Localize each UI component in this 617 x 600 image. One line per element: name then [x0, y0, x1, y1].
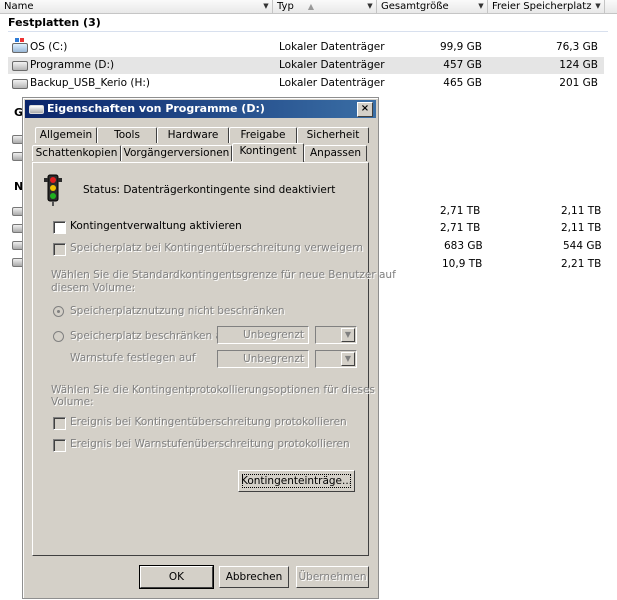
quota-entries-button[interactable]: Kontingenteinträge...: [238, 470, 355, 492]
no-limit-label[interactable]: Speicherplatznutzung nicht beschränken: [70, 305, 285, 317]
chevron-down-icon[interactable]: ▼: [341, 352, 355, 366]
limit-unit-select[interactable]: ▼: [315, 326, 357, 344]
chevron-down-icon[interactable]: ▼: [261, 0, 271, 13]
traffic-light-icon: [44, 174, 62, 206]
drive-total: 99,9 GB: [439, 41, 482, 53]
drive-name: Backup_USB_Kerio (H:): [30, 77, 150, 89]
enable-quota-checkbox[interactable]: [53, 221, 66, 234]
tab-sicherheit[interactable]: Sicherheit: [297, 127, 369, 143]
limit-field[interactable]: Unbegrenzt: [217, 326, 309, 344]
drive-row[interactable]: Backup_USB_Kerio (H:) Lokaler Datenträge…: [8, 75, 604, 92]
properties-dialog: Eigenschaften von Programme (D:) × Allge…: [22, 97, 396, 599]
log-exceed-checkbox[interactable]: [53, 417, 66, 430]
net-free: 2,11 TB: [561, 222, 602, 234]
drive-row[interactable]: Programme (D:) Lokaler Datenträger 457 G…: [8, 57, 604, 74]
apply-button[interactable]: Übernehmen: [296, 566, 369, 588]
tab-kontingent[interactable]: Kontingent: [232, 143, 304, 162]
drive-total: 465 GB: [443, 77, 482, 89]
tab-vorgaengerversionen[interactable]: Vorgängerversionen: [121, 145, 232, 161]
drive-icon: [12, 79, 28, 89]
column-free-label: Freier Speicherplatz: [492, 1, 592, 12]
log-warn-label[interactable]: Ereignis bei Warnstufenüberschreitung pr…: [70, 438, 350, 450]
deny-space-label[interactable]: Speicherplatz bei Kontingentüberschreitu…: [70, 242, 363, 254]
log-warn-checkbox[interactable]: [53, 439, 66, 452]
focus-rect: [242, 474, 351, 488]
drive-type: Lokaler Datenträger: [279, 41, 385, 53]
drive-icon: [12, 61, 28, 71]
warn-level-label: Warnstufe festlegen auf: [70, 352, 196, 364]
ok-button[interactable]: OK: [139, 565, 214, 589]
column-type[interactable]: Typ ▲ ▼: [273, 0, 377, 13]
drive-total: 457 GB: [443, 59, 482, 71]
column-name[interactable]: Name ▼: [0, 0, 273, 13]
column-total-label: Gesamtgröße: [381, 1, 449, 12]
limit-label[interactable]: Speicherplatz beschränken auf: [70, 330, 232, 342]
deny-space-checkbox[interactable]: [53, 243, 66, 256]
tab-hardware[interactable]: Hardware: [157, 127, 229, 143]
drive-icon: [29, 105, 44, 114]
column-name-label: Name: [4, 1, 34, 12]
cancel-button[interactable]: Abbrechen: [219, 566, 289, 588]
net-free: 2,21 TB: [561, 258, 602, 270]
chevron-down-icon[interactable]: ▼: [593, 0, 603, 13]
net-total: 10,9 TB: [442, 258, 483, 270]
group-title[interactable]: Festplatten (3): [8, 16, 101, 29]
column-type-label: Typ: [277, 1, 294, 12]
drive-row[interactable]: OS (C:) Lokaler Datenträger 99,9 GB 76,3…: [8, 38, 604, 56]
dialog-title: Eigenschaften von Programme (D:): [47, 102, 265, 115]
chevron-down-icon[interactable]: ▼: [476, 0, 486, 13]
sort-up-icon: ▲: [307, 2, 314, 11]
drive-free: 76,3 GB: [555, 41, 598, 53]
tab-anpassen[interactable]: Anpassen: [304, 145, 367, 161]
no-limit-radio[interactable]: [53, 306, 64, 317]
group-divider: [8, 31, 608, 32]
drive-name: OS (C:): [30, 41, 68, 53]
limit-radio[interactable]: [53, 331, 64, 342]
tab-allgemein[interactable]: Allgemein: [35, 127, 97, 143]
column-free[interactable]: Freier Speicherplatz ▼: [488, 0, 605, 13]
net-free: 2,11 TB: [561, 205, 602, 217]
default-limit-text-2: diesem Volume:: [51, 282, 136, 294]
tab-freigabe[interactable]: Freigabe: [229, 127, 297, 143]
default-limit-text: Wählen Sie die Standardkontingentsgrenze…: [51, 269, 396, 281]
title-bar[interactable]: Eigenschaften von Programme (D:) ×: [25, 100, 376, 118]
warn-level-field[interactable]: Unbegrenzt: [217, 350, 309, 368]
tab-tools[interactable]: Tools: [97, 127, 157, 143]
enable-quota-label[interactable]: Kontingentverwaltung aktivieren: [70, 220, 242, 232]
drive-name: Programme (D:): [30, 59, 115, 71]
net-total: 2,71 TB: [440, 222, 481, 234]
column-header: Name ▼ Typ ▲ ▼ Gesamtgröße ▼ Freier Speic…: [0, 0, 617, 14]
warn-unit-select[interactable]: ▼: [315, 350, 357, 368]
net-total: 2,71 TB: [440, 205, 481, 217]
log-options-text-2: Volume:: [51, 396, 94, 408]
log-options-text: Wählen Sie die Kontingentprotokollierung…: [51, 384, 375, 396]
column-total[interactable]: Gesamtgröße ▼: [377, 0, 488, 13]
net-total: 683 GB: [444, 240, 483, 252]
log-exceed-label[interactable]: Ereignis bei Kontingentüberschreitung pr…: [70, 416, 347, 428]
net-free: 544 GB: [563, 240, 602, 252]
quota-status: Status: Datenträgerkontingente sind deak…: [83, 184, 336, 196]
drive-type: Lokaler Datenträger: [279, 59, 385, 71]
drive-free: 124 GB: [559, 59, 598, 71]
close-button[interactable]: ×: [357, 102, 373, 117]
os-drive-icon: [12, 38, 28, 53]
drive-free: 201 GB: [559, 77, 598, 89]
chevron-down-icon[interactable]: ▼: [341, 328, 355, 342]
drive-type: Lokaler Datenträger: [279, 77, 385, 89]
tab-schattenkopien[interactable]: Schattenkopien: [32, 145, 121, 161]
chevron-down-icon[interactable]: ▼: [365, 0, 375, 13]
